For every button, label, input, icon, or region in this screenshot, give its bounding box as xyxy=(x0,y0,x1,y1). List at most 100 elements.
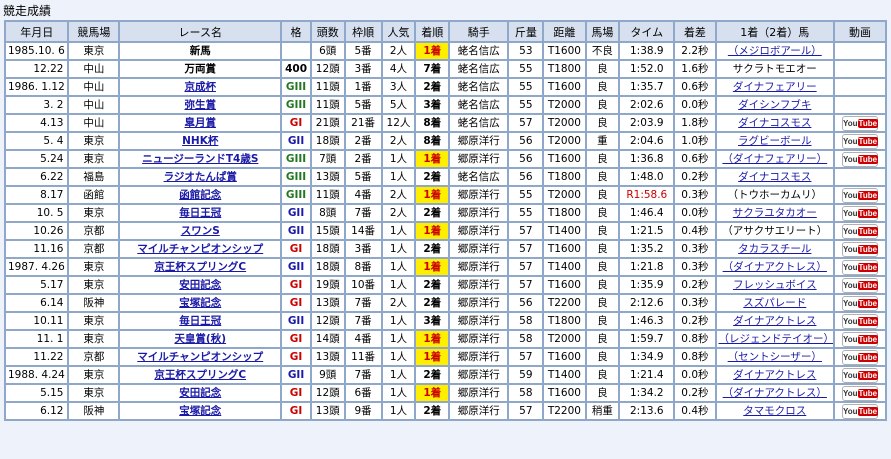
weight-cell: 55 xyxy=(509,61,543,77)
winner-link[interactable]: スズパレード xyxy=(743,297,806,309)
race-name-cell: 万両賞 xyxy=(120,61,281,77)
youtube-icon[interactable]: YouTube xyxy=(842,259,879,275)
weight-cell: 56 xyxy=(509,295,543,311)
winner-link[interactable]: ダイナコスモス xyxy=(738,117,811,129)
winner-link[interactable]: サクラユタカオー xyxy=(733,207,817,219)
time-cell: 1:21.5 xyxy=(620,223,674,239)
race-link[interactable]: 皐月賞 xyxy=(184,117,216,129)
winner-cell: スズパレード xyxy=(716,295,834,311)
winner-link[interactable]: （ダイナアクトレス） xyxy=(723,387,827,399)
youtube-icon[interactable]: YouTube xyxy=(842,205,879,221)
winner-link[interactable]: （ダイナアクトレス） xyxy=(723,261,827,273)
date-cell: 5. 4 xyxy=(6,133,68,149)
date-cell: 11.16 xyxy=(6,241,68,257)
winner-cell: サクラトモエオー xyxy=(716,61,834,77)
favorite-cell: 1人 xyxy=(382,169,415,185)
jockey-cell: 郷原洋行 xyxy=(450,295,508,311)
youtube-icon[interactable]: YouTube xyxy=(842,241,879,257)
time-cell: 2:04.6 xyxy=(620,133,674,149)
date-cell: 6.14 xyxy=(6,295,68,311)
youtube-icon[interactable]: YouTube xyxy=(842,295,879,311)
going-cell: 良 xyxy=(586,187,619,203)
winner-link[interactable]: タマモクロス xyxy=(743,405,806,417)
youtube-icon[interactable]: YouTube xyxy=(842,151,879,167)
table-row: 5.17 東京 安田記念 GI 19頭 10番 1人 2着 郷原洋行 57 T1600 良 1:35.9… xyxy=(6,277,885,293)
favorite-cell: 1人 xyxy=(382,349,415,365)
winner-link[interactable]: フレッシュボイス xyxy=(733,279,817,291)
race-link[interactable]: マイルチャンピオンシップ xyxy=(137,243,263,255)
weight-cell: 55 xyxy=(509,187,543,203)
youtube-icon[interactable]: YouTube xyxy=(842,313,879,329)
race-link[interactable]: 宝塚記念 xyxy=(179,297,221,309)
table-row: 6.22 福島 ラジオたんぱ賞 GIII 13頭 5番 1人 2着 蛯名信広 56 T1800 良 1:… xyxy=(6,169,885,185)
race-link[interactable]: 宝塚記念 xyxy=(179,405,221,417)
course-cell: 東京 xyxy=(69,277,119,293)
date-cell: 5.24 xyxy=(6,151,68,167)
jockey-cell: 郷原洋行 xyxy=(450,367,508,383)
youtube-icon[interactable]: YouTube xyxy=(842,115,879,131)
youtube-icon[interactable]: YouTube xyxy=(842,367,879,383)
race-link[interactable]: 毎日王冠 xyxy=(179,207,221,219)
race-link[interactable]: 安田記念 xyxy=(179,279,221,291)
race-name-cell: 弥生賞 xyxy=(120,97,281,113)
winner-link[interactable]: タカラスチール xyxy=(738,243,811,255)
column-header: 斤量 xyxy=(509,22,543,41)
youtube-icon[interactable]: YouTube xyxy=(842,385,879,401)
column-header: 1着（2着）馬 xyxy=(716,22,834,41)
race-link[interactable]: 毎日王冠 xyxy=(179,315,221,327)
race-link[interactable]: ニュージーランドT4歳S xyxy=(142,153,258,165)
winner-link[interactable]: ダイシンフブキ xyxy=(738,99,811,111)
time-cell: 1:52.0 xyxy=(620,61,674,77)
race-link[interactable]: 京成杯 xyxy=(184,81,216,93)
youtube-icon[interactable]: YouTube xyxy=(842,133,879,149)
distance-cell: T1600 xyxy=(544,43,585,59)
time-cell: 2:03.9 xyxy=(620,115,674,131)
gate-cell: 3番 xyxy=(345,241,381,257)
section-title: 競走成績 xyxy=(3,4,52,18)
race-name-cell: 函館記念 xyxy=(120,187,281,203)
winner-link[interactable]: ラグビーボール xyxy=(738,135,812,147)
winner-link[interactable]: ダイナフェアリー xyxy=(733,81,817,93)
race-link[interactable]: 京王杯スプリングC xyxy=(154,369,246,381)
gate-cell: 7番 xyxy=(345,205,381,221)
winner-link[interactable]: （セントシーザー） xyxy=(728,351,822,363)
race-link[interactable]: スワンS xyxy=(181,225,220,237)
winner-link[interactable]: ダイナアクトレス xyxy=(733,369,816,381)
favorite-cell: 1人 xyxy=(382,313,415,329)
winner-link[interactable]: ダイナアクトレス xyxy=(733,315,816,327)
youtube-icon[interactable]: YouTube xyxy=(842,277,879,293)
going-cell: 良 xyxy=(586,61,619,77)
winner-link[interactable]: （ダイナフェアリー） xyxy=(722,153,827,165)
youtube-icon[interactable]: YouTube xyxy=(842,187,879,203)
date-cell: 4.13 xyxy=(6,115,68,131)
youtube-icon[interactable]: YouTube xyxy=(842,331,879,347)
going-cell: 良 xyxy=(586,331,619,347)
winner-link[interactable]: ダイナコスモス xyxy=(738,171,811,183)
race-name-cell: 天皇賞(秋) xyxy=(120,331,281,347)
race-link[interactable]: ラジオたんぱ賞 xyxy=(164,171,237,183)
youtube-icon[interactable]: YouTube xyxy=(842,223,879,239)
time-cell: 2:12.6 xyxy=(620,295,674,311)
race-link[interactable]: 函館記念 xyxy=(179,189,221,201)
grade-cell: GIII xyxy=(282,97,310,113)
race-link[interactable]: 京王杯スプリングC xyxy=(154,261,246,273)
youtube-icon[interactable]: YouTube xyxy=(842,349,879,365)
date-cell: 11.22 xyxy=(6,349,68,365)
distance-cell: T1400 xyxy=(544,259,585,275)
race-link[interactable]: 弥生賞 xyxy=(184,99,216,111)
race-link[interactable]: 安田記念 xyxy=(179,387,221,399)
course-cell: 東京 xyxy=(69,43,119,59)
favorite-cell: 2人 xyxy=(382,187,415,203)
race-link[interactable]: NHK杯 xyxy=(182,135,218,147)
winner-cell: （ダイナアクトレス） xyxy=(716,385,834,401)
weight-cell: 57 xyxy=(509,277,543,293)
race-link[interactable]: マイルチャンピオンシップ xyxy=(137,351,263,363)
youtube-icon[interactable]: YouTube xyxy=(842,403,879,419)
time-cell: 1:46.4 xyxy=(620,205,674,221)
video-cell xyxy=(835,79,885,95)
winner-link[interactable]: （レジェンドテイオー） xyxy=(719,333,834,345)
race-link[interactable]: 天皇賞(秋) xyxy=(174,333,226,345)
winner-link[interactable]: （メジロボアール） xyxy=(728,45,822,57)
favorite-cell: 1人 xyxy=(382,241,415,257)
grade-cell: GI xyxy=(282,115,310,131)
